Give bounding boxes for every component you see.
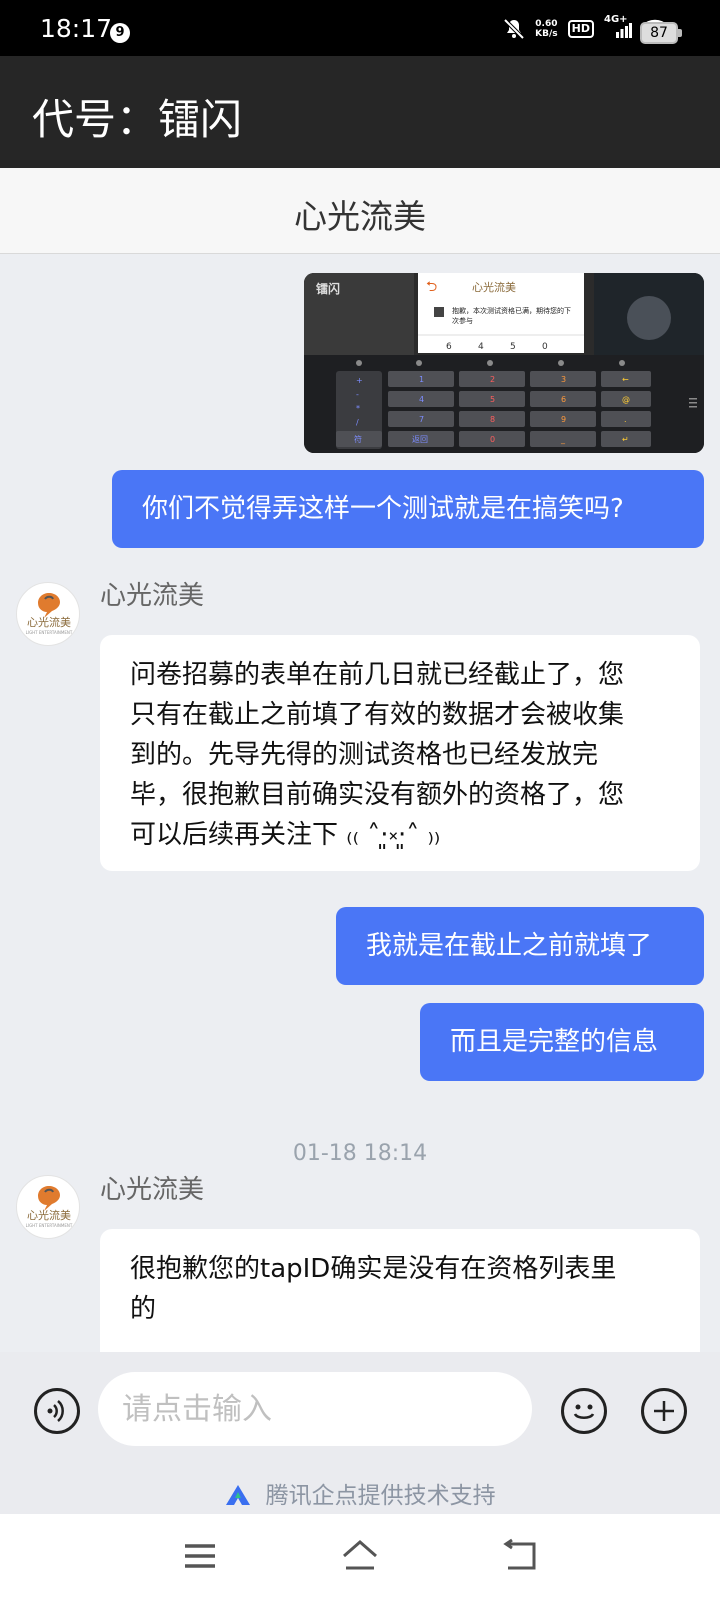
emoji-icon bbox=[573, 1404, 595, 1419]
voice-icon bbox=[47, 1400, 64, 1422]
status-bar: 18:17 9 0.60 KB/s HD 4G+ 87 bbox=[0, 0, 720, 56]
voice-button[interactable] bbox=[34, 1388, 80, 1434]
outgoing-message[interactable]: 而且是完整的信息 bbox=[420, 1003, 704, 1081]
code-digit: 6 bbox=[446, 342, 452, 352]
signal-icon: 4G+ bbox=[604, 14, 632, 40]
keypad-key: 5 bbox=[490, 395, 495, 404]
message-line: 毕，很抱歉目前确实没有额外的资格了，您 bbox=[130, 780, 625, 810]
input-bar: 腾讯企点提供技术支持 bbox=[0, 1352, 720, 1514]
keypad-key: ↵ bbox=[622, 435, 629, 444]
powered-by: 腾讯企点提供技术支持 bbox=[0, 1476, 720, 1510]
notification-badge: 9 bbox=[110, 23, 130, 43]
keypad-key: - bbox=[356, 390, 359, 399]
keypad-key: 7 bbox=[419, 415, 424, 424]
net-speed: 0.60 KB/s bbox=[535, 19, 557, 39]
keypad-key: 2 bbox=[490, 375, 495, 384]
message-line: 可以后续再关注下 ₍₍ ˄·͈༝·͈˄ ₎₎ bbox=[130, 820, 441, 850]
net-speed-value: 0.60 bbox=[535, 19, 558, 29]
avatar-logo-text: 心光流美 bbox=[27, 1208, 71, 1222]
keypad-key: 9 bbox=[561, 415, 566, 424]
keypad-key: @ bbox=[622, 395, 630, 404]
battery-tip bbox=[678, 29, 682, 37]
keypad-key: 3 bbox=[561, 375, 566, 384]
avatar[interactable]: 心光流美 LIGHT ENTERTAINMENT bbox=[16, 1175, 80, 1239]
avatar[interactable]: 心光流美 LIGHT ENTERTAINMENT bbox=[16, 582, 80, 646]
keypad-key: 0 bbox=[490, 435, 495, 444]
message-text: 而且是完整的信息 bbox=[450, 1027, 659, 1057]
qidian-logo-icon bbox=[226, 1485, 251, 1505]
plus-icon bbox=[654, 1401, 674, 1421]
app-header: 代号：镭闪 bbox=[0, 56, 720, 168]
message-text: 我就是在截止之前就填了 bbox=[366, 931, 653, 961]
keypad-key: 4 bbox=[419, 395, 424, 404]
message-line: 到的。先导先得的测试资格也已经发放完 bbox=[130, 740, 599, 770]
hd-badge: HD bbox=[567, 20, 594, 38]
keypad-key: ← bbox=[622, 375, 629, 384]
message-line: 的 bbox=[130, 1294, 157, 1324]
sender-name: 心光流美 bbox=[100, 1175, 205, 1205]
back-icon[interactable] bbox=[500, 1536, 540, 1576]
incoming-message[interactable]: 问卷招募的表单在前几日就已经截止了，您 只有在截止之前填了有效的数据才会被收集 … bbox=[100, 635, 700, 871]
net-speed-unit: KB/s bbox=[535, 29, 558, 39]
keypad-key: / bbox=[356, 418, 359, 427]
dialog-text-2: 次参与 bbox=[452, 316, 473, 325]
home-icon[interactable] bbox=[340, 1536, 380, 1576]
code-digit: 0 bbox=[542, 342, 548, 352]
keypad-key: 符 bbox=[354, 434, 362, 444]
message-line: 问卷招募的表单在前几日就已经截止了，您 bbox=[130, 660, 625, 690]
menu-icon[interactable] bbox=[180, 1536, 220, 1576]
chat-title: 心光流美 bbox=[294, 197, 426, 236]
app-title: 代号：镭闪 bbox=[32, 95, 243, 144]
message-line: 很抱歉您的tapID确实是没有在资格列表里 bbox=[130, 1254, 617, 1284]
powered-by-text: 腾讯企点提供技术支持 bbox=[265, 1483, 496, 1509]
plus-button[interactable] bbox=[641, 1388, 687, 1434]
sender-name: 心光流美 bbox=[100, 581, 205, 611]
message-text: 你们不觉得弄这样一个测试就是在搞笑吗? bbox=[142, 494, 624, 524]
screenshot-thumbnail: 镭闪 ⮌ 心光流美 抱歉，本次测试资格已满，期待您的下 次参与 6 4 5 0 bbox=[304, 273, 704, 453]
emoji-button[interactable] bbox=[561, 1388, 607, 1434]
code-digit: 4 bbox=[478, 342, 484, 352]
dialog-logo: 心光流美 bbox=[472, 280, 516, 294]
system-nav-bar bbox=[0, 1514, 720, 1600]
keypad-key: 返回 bbox=[412, 435, 428, 444]
chat-header: 心光流美 bbox=[0, 168, 720, 254]
message-line: 只有在截止之前填了有效的数据才会被收集 bbox=[130, 700, 625, 730]
game-logo-text: 镭闪 bbox=[316, 281, 340, 296]
message-input[interactable] bbox=[98, 1372, 532, 1446]
image-message[interactable]: 镭闪 ⮌ 心光流美 抱歉，本次测试资格已满，期待您的下 次参与 6 4 5 0 bbox=[304, 273, 704, 453]
avatar-logo-subtext: LIGHT ENTERTAINMENT bbox=[26, 1223, 73, 1228]
keypad-key: 6 bbox=[561, 395, 566, 404]
incoming-message[interactable]: 很抱歉您的tapID确实是没有在资格列表里 的 bbox=[100, 1229, 700, 1352]
mute-bell-icon bbox=[503, 18, 525, 40]
code-digit: 5 bbox=[510, 342, 516, 352]
keypad-key: + bbox=[356, 376, 363, 385]
status-time: 18:17 bbox=[40, 14, 113, 43]
dialog-text-1: 抱歉，本次测试资格已满，期待您的下 bbox=[452, 306, 571, 315]
keypad-key: 1 bbox=[419, 375, 424, 384]
outgoing-message[interactable]: 你们不觉得弄这样一个测试就是在搞笑吗? bbox=[112, 470, 704, 548]
avatar-logo-subtext: LIGHT ENTERTAINMENT bbox=[26, 630, 73, 635]
keypad-key: * bbox=[356, 404, 360, 413]
back-arrow-icon: ⮌ bbox=[426, 279, 437, 295]
keypad-key: 8 bbox=[490, 415, 495, 424]
avatar-logo-text: 心光流美 bbox=[27, 615, 71, 629]
battery-icon: 87 bbox=[640, 22, 678, 44]
message-list[interactable]: 镭闪 ⮌ 心光流美 抱歉，本次测试资格已满，期待您的下 次参与 6 4 5 0 bbox=[0, 255, 720, 1352]
keypad-key: . bbox=[624, 415, 627, 424]
outgoing-message[interactable]: 我就是在截止之前就填了 bbox=[336, 907, 704, 985]
message-timestamp: 01-18 18:14 bbox=[292, 1141, 428, 1166]
